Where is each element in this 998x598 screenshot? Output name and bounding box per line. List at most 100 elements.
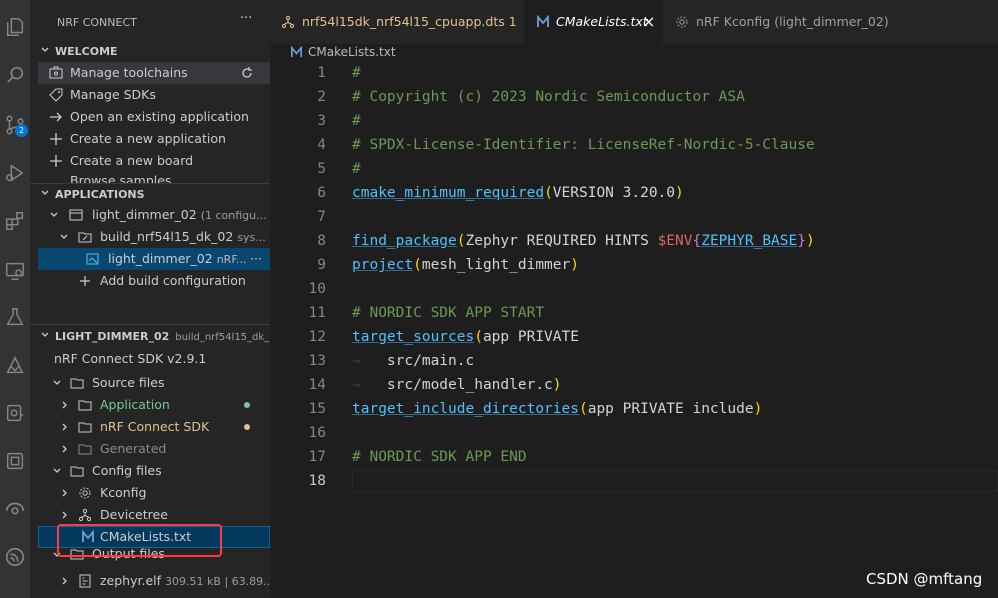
devicetree-file-icon [282,16,294,28]
code-token: ZEPHYR_BASE [701,233,798,249]
image-name: light_dimmer_02 [108,251,213,266]
image-more-icon[interactable]: ··· [250,248,262,270]
testing-icon[interactable] [0,302,30,332]
folder-icon [70,378,84,389]
application-folder-item[interactable]: Application [38,394,270,416]
code-token: project [352,257,414,273]
add-build-configuration-item[interactable]: Add build configuration [38,270,270,292]
line-number: 5 [317,161,326,177]
generated-folder-label: Generated [100,441,167,456]
create-new-board-item[interactable]: Create a new board [38,150,270,172]
nordic-icon[interactable] [0,350,30,380]
window-icon [69,209,83,221]
code-line: # NORDIC SDK APP END [352,449,527,465]
run-debug-icon[interactable] [0,158,30,188]
code-line: cmake_minimum_required(VERSION 3.20.0) [352,185,684,201]
code-token: src/main.c [386,353,475,369]
chevron-down-icon [41,332,49,337]
code-line: # NORDIC SDK APP START [352,305,545,321]
explorer-icon[interactable] [0,12,30,42]
devicetree-item[interactable]: Devicetree [38,504,270,526]
nrf-connect-sidebar: NRF CONNECT ··· WELCOME Manage toolchain… [30,0,270,598]
code-line: find_package(Zephyr REQUIRED HINTS $ENV{… [352,233,815,249]
application-tree-item[interactable]: light_dimmer_02 (1 configu... [38,204,270,226]
open-existing-application-item[interactable]: Open an existing application [38,106,270,128]
applications-section-header[interactable]: APPLICATIONS [38,184,270,206]
breadcrumb-file[interactable]: CMakeLists.txt [308,45,396,59]
code-line: project(mesh_light_dimmer) [352,257,579,273]
generated-folder-item[interactable]: Generated [38,438,270,460]
create-new-board-label: Create a new board [70,153,194,168]
chevron-down-icon [50,212,58,217]
add-build-configuration-label: Add build configuration [100,273,246,288]
line-number: 17 [308,449,326,465]
line-number: 1 [317,65,326,81]
application-description: (1 configu... [200,209,267,222]
plus-icon [80,276,90,286]
code-token: cmake_minimum_required [352,185,545,201]
code-editor[interactable]: 1 2 3 4 5 6 7 8 9 10 11 12 13 14 15 16 17 18 # # Copyrigh… [270,62,998,598]
more-actions-icon[interactable]: ··· [240,11,252,26]
line-number: 11 [308,305,326,321]
config-files-label: Config files [92,463,162,478]
device-icon[interactable] [0,398,30,428]
tab-nrf-kconfig[interactable]: nRF Kconfig (light_dimmer_02) [662,0,896,44]
tab-nrf-kconfig-label: nRF Kconfig (light_dimmer_02) [696,14,889,29]
plus-icon [50,133,62,145]
folder-build-icon [78,232,92,243]
create-new-application-item[interactable]: Create a new application [38,128,270,150]
image-item[interactable]: light_dimmer_02 nRF... ··· [38,248,270,270]
line-number: 6 [317,185,326,201]
code-token: app PRIVATE include [587,401,754,417]
extensions-icon[interactable] [0,206,30,236]
line-number: 3 [317,113,326,129]
zephyr-elf-description: 309.51 kB | 63.89... [165,575,270,588]
chevron-down-icon [53,380,61,385]
kconfig-item[interactable]: Kconfig [38,482,270,504]
line-number: 15 [308,401,326,417]
chevron-down-icon [53,468,61,473]
nrf-connect-sdk-folder-item[interactable]: nRF Connect SDK [38,416,270,438]
tab-dts[interactable]: nrf54l15dk_nrf54l15_cpuapp.dts 1 [270,0,524,44]
folder-icon [78,400,92,411]
cmake-m-icon [291,46,302,58]
build-description: sys... [237,231,266,244]
network-icon[interactable] [0,494,30,524]
tag-icon [49,88,63,102]
image-description: nRF... [216,253,247,266]
manage-sdks-item[interactable]: Manage SDKs [38,84,270,106]
refresh-icon[interactable] [240,66,254,80]
application-name: light_dimmer_02 [92,207,197,222]
source-files-item[interactable]: Source files [38,372,270,394]
search-icon[interactable] [0,60,30,90]
code-token: mesh_light_dimmer [421,257,571,273]
build-configuration-item[interactable]: build_nrf54l15_dk_02 sys... [38,226,270,248]
esp-icon[interactable] [0,542,30,572]
line-number: 18 [308,473,326,489]
details-section-header[interactable]: LIGHT_DIMMER_02 build_nrf54l15_dk_... [38,326,270,348]
close-icon[interactable]: × [642,0,655,44]
line-number: 8 [317,233,326,249]
welcome-section-header[interactable]: WELCOME [38,41,270,63]
remote-explorer-icon[interactable] [0,256,30,286]
zephyr-elf-item[interactable]: zephyr.elf 309.51 kB | 63.89... [38,570,270,592]
binary-file-icon [79,574,91,588]
welcome-header-label: WELCOME [55,45,118,58]
modified-status-dot [244,424,250,430]
chevron-down-icon [60,234,68,239]
config-files-item[interactable]: Config files [38,460,270,482]
source-control-icon[interactable]: 2 [0,110,30,140]
zephyr-elf-label: zephyr.elf [100,573,162,588]
applications-header-label: APPLICATIONS [55,188,145,201]
devicetree-label: Devicetree [100,507,168,522]
code-line: target_sources(app PRIVATE [352,329,579,345]
tab-cmakelists[interactable]: CMakeLists.txt × [524,0,662,44]
manage-toolchains-item[interactable]: Manage toolchains [38,62,270,84]
board-icon[interactable] [0,446,30,476]
code-line: → src/model_handler.c) [352,377,562,393]
chevron-down-icon [41,190,49,195]
chevron-right-icon [62,445,67,453]
tab-dts-label: nrf54l15dk_nrf54l15_cpuapp.dts [302,14,505,29]
code-token: find_package [352,233,457,249]
details-header-label: LIGHT_DIMMER_02 [55,330,170,343]
